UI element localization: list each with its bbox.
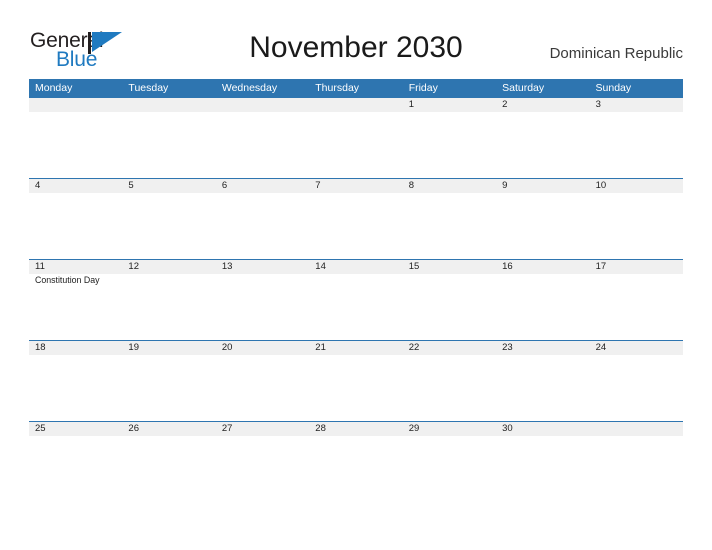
day-cell[interactable]: 14 — [309, 260, 402, 341]
country-label: Dominican Republic — [549, 45, 683, 62]
day-number: 20 — [221, 342, 233, 353]
day-cell[interactable]: 23 — [496, 341, 589, 422]
day-cell[interactable]: 7 — [309, 179, 402, 260]
day-cell[interactable]: 3 — [590, 98, 683, 179]
day-cell[interactable]: 1 — [403, 98, 496, 179]
event-label: Constitution Day — [35, 275, 100, 285]
weekday-header-monday: Monday — [35, 82, 73, 94]
day-number: 22 — [408, 342, 420, 353]
weekday-header-saturday: Saturday — [502, 82, 545, 94]
day-cell[interactable]: 6 — [216, 179, 309, 260]
day-cell[interactable]: 24 — [590, 341, 683, 422]
day-cell[interactable]: 25 — [29, 422, 122, 503]
day-cell[interactable] — [122, 98, 215, 179]
day-number: 9 — [502, 180, 508, 191]
day-number: 30 — [502, 423, 513, 434]
day-cell[interactable]: 28 — [309, 422, 402, 503]
day-cell[interactable]: 18 — [29, 341, 122, 422]
day-events: Constitution Day — [35, 275, 121, 286]
day-cell[interactable] — [590, 422, 683, 503]
day-number: 11 — [35, 261, 45, 272]
calendar-week-row: 11 Constitution Day 12 13 14 15 16 17 — [29, 259, 683, 340]
calendar-week-row: 18 19 20 21 22 23 24 — [29, 340, 683, 421]
page-header: General Blue November 2030 Dominican Rep… — [0, 0, 712, 78]
day-number: 5 — [128, 180, 134, 191]
day-cell[interactable]: 11 Constitution Day — [29, 260, 122, 341]
day-number: 21 — [315, 342, 326, 353]
day-number: 8 — [408, 180, 414, 191]
day-number: 27 — [221, 423, 233, 434]
day-cell[interactable]: 20 — [216, 341, 309, 422]
weekday-header-wednesday: Wednesday — [221, 82, 278, 94]
day-cell[interactable]: 12 — [122, 260, 215, 341]
day-number: 13 — [221, 261, 233, 272]
day-number: 12 — [128, 261, 139, 272]
day-cell[interactable] — [216, 98, 309, 179]
day-number: 25 — [35, 423, 46, 434]
day-cell[interactable]: 22 — [403, 341, 496, 422]
day-cell[interactable] — [309, 98, 402, 179]
day-number: 7 — [315, 180, 321, 191]
weekday-header-thursday: Thursday — [315, 82, 360, 94]
weekday-header-tuesday: Tuesday — [128, 82, 169, 94]
day-number: 23 — [502, 342, 513, 353]
day-number: 2 — [502, 99, 508, 110]
day-cell[interactable]: 10 — [590, 179, 683, 260]
day-cell[interactable]: 13 — [216, 260, 309, 341]
day-number: 14 — [315, 261, 326, 272]
day-cell[interactable]: 19 — [122, 341, 215, 422]
day-cell[interactable]: 17 — [590, 260, 683, 341]
day-number: 17 — [595, 261, 607, 272]
day-number: 18 — [35, 342, 46, 353]
day-cell[interactable] — [29, 98, 122, 179]
day-cell[interactable]: 4 — [29, 179, 122, 260]
day-cell[interactable]: 30 — [496, 422, 589, 503]
day-cell[interactable]: 16 — [496, 260, 589, 341]
calendar-week-row: 4 5 6 7 8 9 10 — [29, 178, 683, 259]
calendar-weekday-header: Monday Tuesday Wednesday Thursday Friday… — [29, 79, 683, 97]
calendar-week-row: 25 26 27 28 29 30 — [29, 421, 683, 502]
day-number: 6 — [221, 180, 228, 191]
day-cell[interactable]: 8 — [403, 179, 496, 260]
weekday-header-sunday: Sunday — [595, 82, 632, 94]
day-number: 29 — [408, 423, 420, 434]
day-number: 1 — [408, 99, 414, 110]
day-cell[interactable]: 29 — [403, 422, 496, 503]
day-number: 28 — [315, 423, 326, 434]
day-cell[interactable]: 5 — [122, 179, 215, 260]
calendar-week-row: 1 2 3 — [29, 97, 683, 178]
day-number: 15 — [408, 261, 420, 272]
day-cell[interactable]: 21 — [309, 341, 402, 422]
day-cell[interactable]: 27 — [216, 422, 309, 503]
weekday-header-friday: Friday — [408, 82, 438, 94]
day-cell[interactable]: 15 — [403, 260, 496, 341]
day-number: 16 — [502, 261, 513, 272]
day-number: 4 — [35, 180, 41, 191]
day-number: 24 — [595, 342, 607, 353]
day-number: 3 — [595, 99, 601, 110]
day-cell[interactable]: 9 — [496, 179, 589, 260]
calendar-grid: Monday Tuesday Wednesday Thursday Friday… — [29, 79, 683, 502]
day-cell[interactable]: 26 — [122, 422, 215, 503]
day-cell[interactable]: 2 — [496, 98, 589, 179]
day-number: 10 — [595, 180, 607, 191]
day-number: 26 — [128, 423, 139, 434]
day-number: 19 — [128, 342, 139, 353]
